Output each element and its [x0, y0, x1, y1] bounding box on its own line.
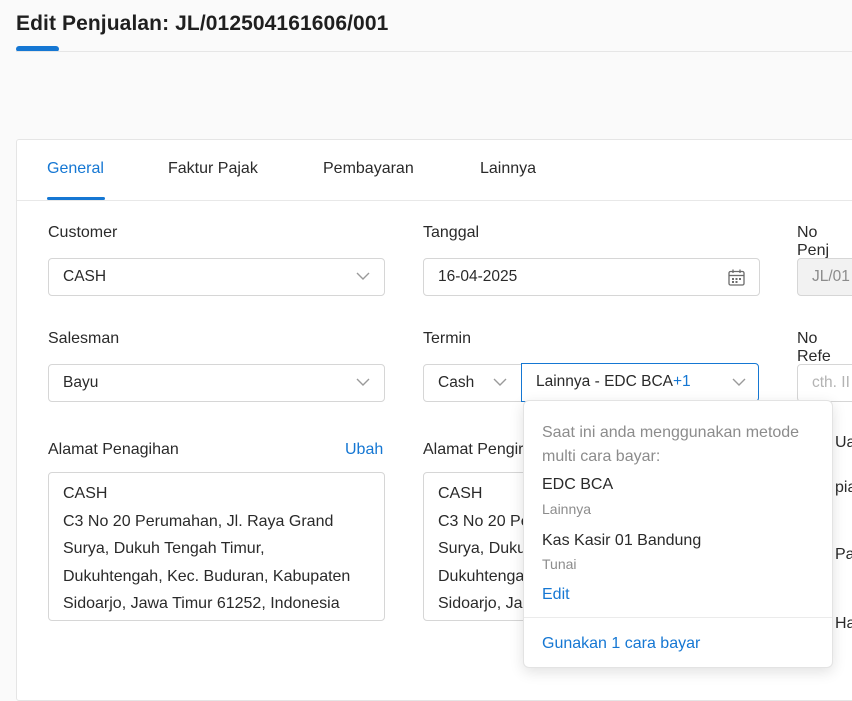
address-line: CASH — [63, 485, 108, 502]
tab-general[interactable]: General — [47, 160, 104, 178]
tab-lainnya[interactable]: Lainnya — [480, 160, 536, 178]
pajak-label: Paja — [835, 546, 852, 563]
payment-method-name: Kas Kasir 01 Bandung — [542, 532, 702, 549]
customer-value: CASH — [63, 268, 107, 285]
tanggal-label: Tanggal — [423, 224, 480, 241]
salesman-select[interactable]: Bayu — [48, 364, 385, 402]
payment-method-select[interactable]: Lainnya - EDC BCA+1 — [521, 363, 759, 402]
no-referensi-input[interactable]: cth. II — [797, 364, 852, 402]
no-penjualan-value: JL/01 — [812, 268, 850, 285]
page-title: Edit Penjualan: JL/012504161606/001 — [16, 12, 389, 35]
title-divider — [16, 51, 852, 52]
tab-pembayaran[interactable]: Pembayaran — [323, 160, 414, 178]
termin-select[interactable]: Cash — [423, 364, 522, 402]
chevron-down-icon — [356, 378, 370, 386]
address-line: Sidoarjo, Jawa Timur 61252, Indonesia — [63, 595, 340, 612]
salesman-label: Salesman — [48, 330, 120, 347]
multi-payment-dropdown: Saat ini anda menggunakan metode multi c… — [523, 400, 833, 668]
use-single-payment-link[interactable]: Gunakan 1 cara bayar — [542, 635, 700, 653]
payment-extra-count: +1 — [672, 373, 691, 390]
calendar-icon — [728, 269, 745, 286]
payment-method-name: EDC BCA — [542, 476, 614, 493]
termin-label: Termin — [423, 330, 472, 347]
alamat-penagihan-textarea[interactable]: CASH C3 No 20 Perumahan, Jl. Raya Grand … — [48, 472, 385, 621]
customer-select[interactable]: CASH — [48, 258, 385, 296]
termin-value: Cash — [438, 374, 475, 391]
alamat-penagihan-label: Alamat Penagihan — [48, 441, 179, 458]
dropdown-intro-text: Saat ini anda menggunakan metode multi c… — [542, 424, 800, 465]
payment-method-value: Lainnya - EDC BCA+1 — [536, 373, 691, 391]
tab-faktur-pajak[interactable]: Faktur Pajak — [168, 160, 258, 178]
ubah-alamat-link[interactable]: Ubah — [345, 441, 383, 459]
address-line: Dukuhtengah, Kec. Buduran, Kabupaten — [63, 567, 351, 585]
no-referensi-placeholder: cth. II — [812, 374, 850, 391]
no-penjualan-label: No Penj — [797, 224, 830, 259]
harga-label: Har — [835, 615, 852, 632]
dropdown-divider — [524, 617, 832, 618]
customer-label: Customer — [48, 224, 118, 241]
uang-muka-label: Ua — [835, 434, 852, 451]
payment-method-type: Lainnya — [542, 501, 592, 517]
payment-method-type: Tunai — [542, 556, 577, 572]
no-penjualan-field: JL/01 — [797, 258, 852, 296]
alamat-pengiriman-label: Alamat Pengir — [423, 441, 524, 458]
tanggal-value: 16-04-2025 — [438, 268, 518, 285]
salesman-value: Bayu — [63, 374, 99, 391]
tanggal-datepicker[interactable]: 16-04-2025 — [423, 258, 760, 296]
chevron-down-icon — [493, 378, 507, 386]
edit-payment-link[interactable]: Edit — [542, 586, 570, 604]
chevron-down-icon — [356, 272, 370, 280]
no-referensi-label: No Refe — [797, 330, 831, 365]
active-tab-indicator — [47, 197, 105, 200]
address-line: Surya, Dukuh Tengah Timur, — [63, 540, 265, 557]
tab-bar: General Faktur Pajak Pembayaran Lainnya — [17, 140, 852, 201]
chevron-down-icon — [732, 378, 746, 386]
address-line: C3 No 20 Perumahan, Jl. Raya Grand — [63, 512, 334, 530]
pia-label: pia — [835, 479, 852, 496]
payment-method-label: Lainnya - EDC BCA — [536, 373, 673, 390]
